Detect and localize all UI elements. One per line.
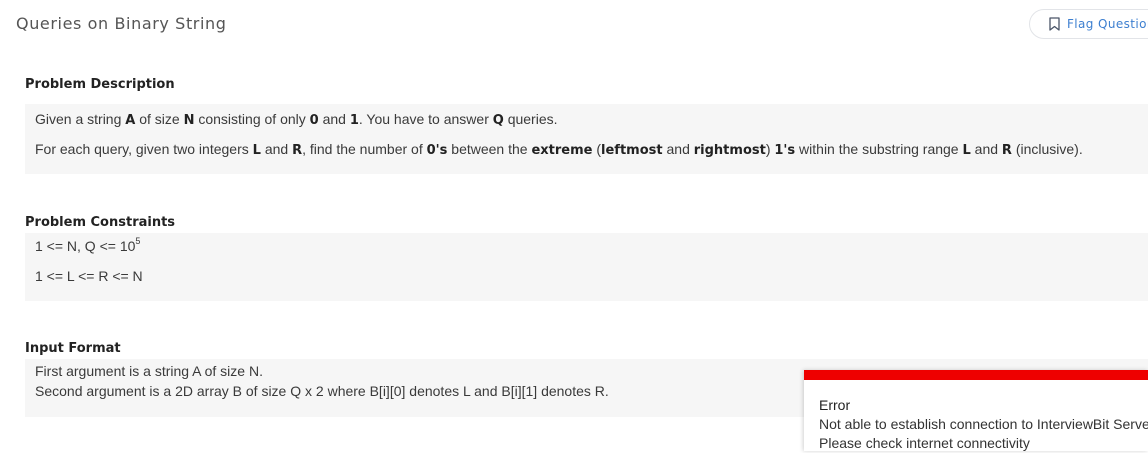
- input-format-heading: Input Format: [25, 341, 121, 356]
- error-message-line-2: Please check internet connectivity: [819, 435, 1030, 451]
- constraint-line-2: 1 <= L <= R <= N: [35, 268, 143, 284]
- flag-question-button[interactable]: Flag Question: [1029, 9, 1148, 39]
- description-line-1: Given a string A of size N consisting of…: [35, 111, 558, 128]
- bookmark-flag-icon: [1049, 17, 1060, 31]
- error-message: Not able to establish connection to Inte…: [819, 415, 1148, 453]
- error-title: Error: [819, 397, 851, 413]
- problem-description-heading: Problem Description: [25, 77, 175, 92]
- problem-constraints-box: 1 <= N, Q <= 105 1 <= L <= R <= N: [25, 233, 1148, 301]
- input-format-line-1: First argument is a string A of size N.: [35, 363, 263, 379]
- error-message-line-1: Not able to establish connection to Inte…: [819, 416, 1148, 432]
- constraint-line-1: 1 <= N, Q <= 105: [35, 236, 141, 254]
- error-toast[interactable]: Error Not able to establish connection t…: [804, 370, 1148, 451]
- flag-question-label: Flag Question: [1067, 17, 1148, 31]
- problem-description-box: Given a string A of size N consisting of…: [25, 104, 1148, 174]
- description-line-2: For each query, given two integers L and…: [35, 141, 1083, 158]
- problem-constraints-heading: Problem Constraints: [25, 215, 176, 230]
- error-accent-bar: [804, 370, 1148, 380]
- page-title: Queries on Binary String: [16, 14, 227, 33]
- input-format-line-2: Second argument is a 2D array B of size …: [35, 383, 609, 399]
